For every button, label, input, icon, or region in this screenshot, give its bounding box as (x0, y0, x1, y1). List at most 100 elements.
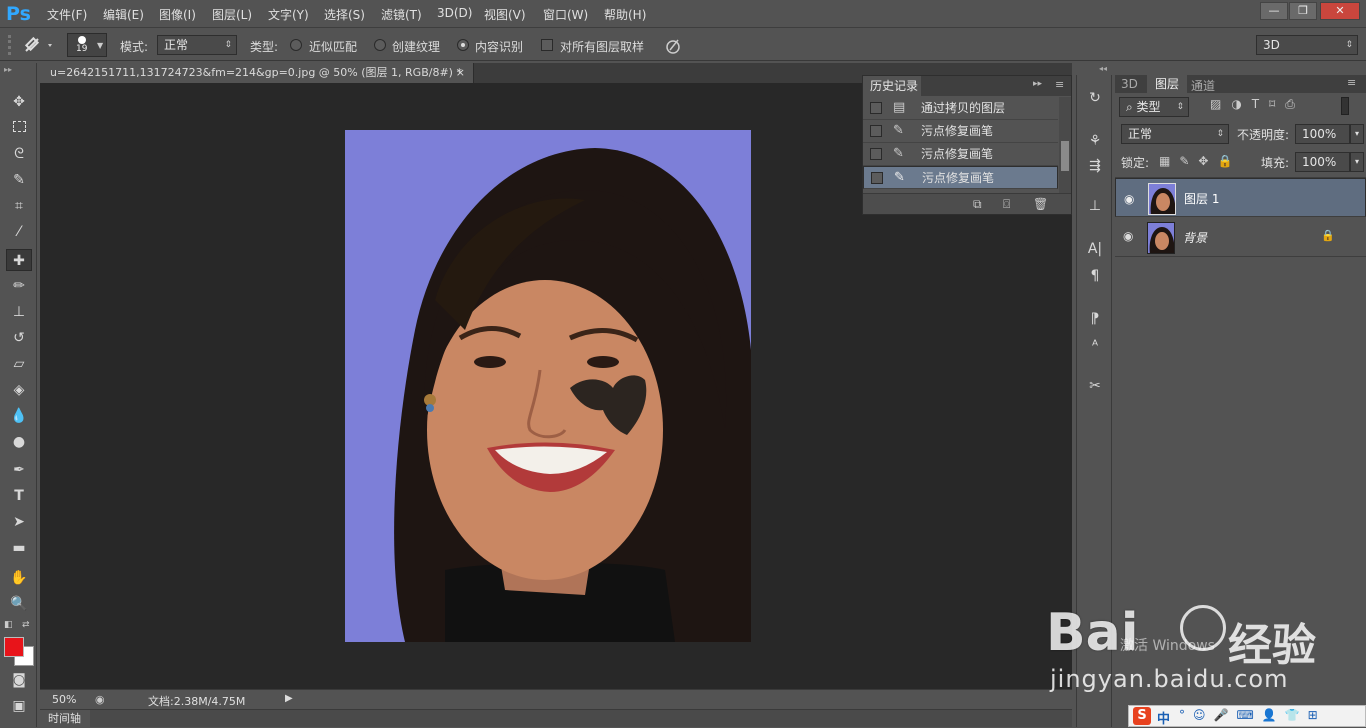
trash-icon[interactable]: 🗑 (1033, 197, 1048, 211)
history-item[interactable]: ▤ 通过拷贝的图层 (863, 97, 1058, 120)
spot-healing-tool-preset-icon[interactable] (22, 35, 56, 55)
mode-select[interactable]: 正常 ⇕ (157, 35, 237, 55)
menu-type[interactable]: 文字(Y) (268, 6, 309, 23)
menu-window[interactable]: 窗口(W) (543, 6, 588, 23)
brush-tool-icon[interactable]: ✏ (6, 275, 32, 297)
eyedropper-tool-icon[interactable]: ⁄ (6, 221, 32, 243)
minimize-button[interactable]: — (1260, 2, 1288, 20)
camera-icon[interactable]: ⌼ (1003, 197, 1010, 212)
lasso-tool-icon[interactable]: ᘓ (6, 143, 32, 165)
marquee-tool-icon[interactable] (6, 117, 32, 139)
tool-presets-icon[interactable]: ✂ (1083, 375, 1107, 397)
lock-icons[interactable]: ▦✎✥🔒 (1159, 154, 1241, 168)
quick-selection-tool-icon[interactable]: ✎ (6, 169, 32, 191)
share-icon[interactable]: ◉ (95, 693, 105, 706)
panel-menu-icon[interactable]: ≡ (1347, 76, 1356, 89)
dodge-tool-icon[interactable]: ● (6, 431, 32, 453)
sogou-icon[interactable]: S (1133, 707, 1151, 725)
menu-view[interactable]: 视图(V) (484, 6, 526, 23)
filter-toggle[interactable] (1341, 97, 1349, 115)
new-document-from-state-icon[interactable]: ⧉ (973, 197, 982, 212)
history-item-selected[interactable]: ✎ 污点修复画笔 (863, 166, 1058, 189)
history-scrollbar[interactable] (1059, 97, 1071, 193)
brush-panel-icon[interactable]: ⇶ (1083, 155, 1107, 177)
menu-file[interactable]: 文件(F) (47, 6, 87, 23)
history-checkbox[interactable] (870, 148, 882, 160)
history-brush-tool-icon[interactable]: ↺ (6, 327, 32, 349)
collapse-icon[interactable]: ▸▸ (4, 65, 12, 74)
pressure-size-icon[interactable] (663, 36, 683, 56)
status-menu-arrow-icon[interactable]: ▶ (285, 693, 293, 704)
crop-tool-icon[interactable]: ⌗ (6, 195, 32, 217)
document-image[interactable] (345, 130, 751, 642)
ime-tool-icons[interactable]: °☺🎤⌨👤👕⊞ (1179, 708, 1326, 722)
menu-filter[interactable]: 滤镜(T) (381, 6, 422, 23)
document-tab[interactable]: u=2642151711,131724723&fm=214&gp=0.jpg @… (40, 63, 474, 83)
panel-menu-icon[interactable]: ≡ (1055, 78, 1064, 91)
radio-proximity-match[interactable] (290, 39, 302, 51)
history-checkbox[interactable] (870, 102, 882, 114)
layer-row[interactable]: ◉ 图层 1 (1115, 178, 1366, 217)
blur-tool-icon[interactable]: 💧 (6, 405, 32, 427)
collapse-icon[interactable]: ◂◂ (1099, 64, 1107, 73)
paint-bucket-tool-icon[interactable]: ◈ (6, 379, 32, 401)
history-checkbox[interactable] (870, 125, 882, 137)
chevron-down-icon[interactable]: ▾ (1350, 124, 1364, 144)
opacity-input[interactable]: 100% (1295, 124, 1350, 144)
layer-filter-select[interactable]: ⌕ 类型 ⇕ (1119, 97, 1189, 117)
radio-create-texture[interactable] (374, 39, 386, 51)
tab-channels[interactable]: 通道 (1191, 77, 1215, 94)
screen-mode-icon[interactable]: ▣ (6, 695, 32, 717)
pen-tool-icon[interactable]: ✒ (6, 459, 32, 481)
paragraph-styles-icon[interactable]: ⁋ (1083, 308, 1107, 330)
expand-icon[interactable]: ▸▸ (1033, 79, 1042, 89)
menu-layer[interactable]: 图层(L) (212, 6, 252, 23)
quick-mask-icon[interactable]: ◙ (6, 669, 32, 691)
layer-row[interactable]: ◉ 背景 🔒 (1115, 218, 1366, 257)
character-styles-icon[interactable]: ᴬ (1083, 335, 1107, 357)
eraser-tool-icon[interactable]: ▱ (6, 353, 32, 375)
scroll-thumb[interactable] (1061, 141, 1069, 171)
rectangle-tool-icon[interactable]: ▬ (6, 537, 32, 559)
history-item[interactable]: ✎ 污点修复画笔 (863, 143, 1058, 166)
document-tab-close-button[interactable]: × (456, 63, 465, 83)
restore-button[interactable]: ❐ (1289, 2, 1317, 20)
menu-3d[interactable]: 3D(D) (437, 6, 472, 20)
tab-layers[interactable]: 图层 (1147, 75, 1187, 93)
paragraph-panel-icon[interactable]: ¶ (1083, 265, 1107, 287)
default-colors-icon[interactable]: ◧ (4, 620, 13, 630)
history-checkbox[interactable] (871, 172, 883, 184)
brush-presets-icon[interactable]: ⚘ (1083, 130, 1107, 152)
spot-healing-brush-tool-icon[interactable]: ✚ (6, 249, 32, 271)
menu-select[interactable]: 选择(S) (324, 6, 365, 23)
menu-edit[interactable]: 编辑(E) (103, 6, 144, 23)
hand-tool-icon[interactable]: ✋ (6, 567, 32, 589)
brush-size-picker[interactable]: 19 ▼ (67, 33, 107, 57)
history-item[interactable]: ✎ 污点修复画笔 (863, 120, 1058, 143)
eye-icon[interactable]: ◉ (1124, 190, 1134, 208)
history-tab[interactable]: 历史记录 (863, 76, 921, 96)
close-button[interactable]: ✕ (1320, 2, 1360, 20)
menu-help[interactable]: 帮助(H) (604, 6, 646, 23)
zoom-level[interactable]: 50% (52, 693, 76, 706)
character-panel-icon[interactable]: A| (1083, 238, 1107, 260)
zoom-tool-icon[interactable]: 🔍 (6, 593, 32, 615)
move-tool-icon[interactable]: ✥ (6, 91, 32, 113)
tab-3d[interactable]: 3D (1121, 77, 1138, 91)
foreground-color-swatch[interactable] (4, 637, 24, 657)
type-tool-icon[interactable]: T (6, 485, 32, 507)
layer-filter-icons[interactable]: ▨◑T⌑⎙ (1210, 97, 1305, 112)
ime-mode[interactable]: 中 (1157, 708, 1170, 727)
menu-image[interactable]: 图像(I) (159, 6, 196, 23)
history-panel-icon[interactable]: ↻ (1083, 87, 1107, 109)
fill-input[interactable]: 100% (1295, 152, 1350, 172)
workspace-select[interactable]: 3D ⇕ (1256, 35, 1358, 55)
path-selection-tool-icon[interactable]: ➤ (6, 511, 32, 533)
eye-icon[interactable]: ◉ (1123, 229, 1133, 243)
clone-stamp-tool-icon[interactable]: ⊥ (6, 301, 32, 323)
sample-all-layers-checkbox[interactable] (541, 39, 553, 51)
swap-colors-icon[interactable]: ⇄ (22, 620, 30, 630)
blend-mode-select[interactable]: 正常 ⇕ (1121, 124, 1229, 144)
radio-content-aware[interactable] (457, 39, 469, 51)
clone-source-icon[interactable]: ⊥ (1083, 195, 1107, 217)
